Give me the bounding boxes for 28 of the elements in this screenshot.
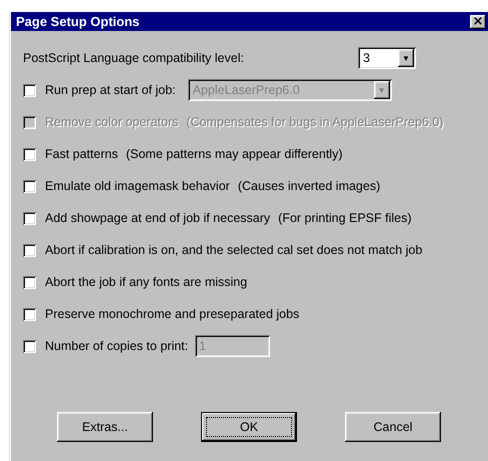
checkbox-label[interactable]: Abort if calibration is on, and the selected cal set does not match job bbox=[45, 243, 422, 257]
checkbox-label[interactable]: Preserve monochrome and preseparated jobs bbox=[45, 307, 300, 321]
checkbox[interactable] bbox=[23, 308, 36, 320]
close-button[interactable]: × bbox=[470, 14, 486, 28]
checkbox-label[interactable]: Number of copies to print: bbox=[45, 339, 188, 353]
option-note: (Causes inverted images) bbox=[238, 179, 380, 193]
dropdown-button[interactable]: ▼ bbox=[398, 49, 414, 67]
checkbox[interactable] bbox=[23, 180, 36, 192]
option-note: (Compensates for bugs in AppleLaserPrep6.0) bbox=[186, 115, 444, 129]
dialog-button[interactable]: Cancel bbox=[345, 412, 441, 442]
dialog-button[interactable]: OK bbox=[201, 412, 297, 442]
dialog-button[interactable]: Extras... bbox=[57, 412, 153, 442]
level-dropdown[interactable]: 3 ▼ bbox=[358, 47, 416, 69]
checkbox-label[interactable]: Fast patterns bbox=[45, 147, 118, 161]
option-note: (For printing EPSF files) bbox=[278, 211, 412, 225]
level-label: PostScript Language compatibility level: bbox=[23, 51, 245, 65]
checkbox[interactable] bbox=[23, 148, 36, 160]
window-title: Page Setup Options bbox=[16, 14, 140, 29]
option-note: (Some patterns may appear differently) bbox=[126, 147, 342, 161]
checkbox[interactable] bbox=[23, 340, 36, 352]
checkbox-label[interactable]: Run prep at start of job: bbox=[45, 83, 176, 97]
checkbox-label[interactable]: Abort the job if any fonts are missing bbox=[45, 275, 248, 289]
checkbox-label[interactable]: Add showpage at end of job if necessary bbox=[45, 211, 270, 225]
checkbox[interactable] bbox=[23, 212, 36, 224]
checkbox[interactable] bbox=[23, 84, 36, 96]
checkbox[interactable] bbox=[23, 276, 36, 288]
checkbox[interactable] bbox=[23, 244, 36, 256]
checkbox-label[interactable]: Emulate old imagemask behavior bbox=[45, 179, 230, 193]
